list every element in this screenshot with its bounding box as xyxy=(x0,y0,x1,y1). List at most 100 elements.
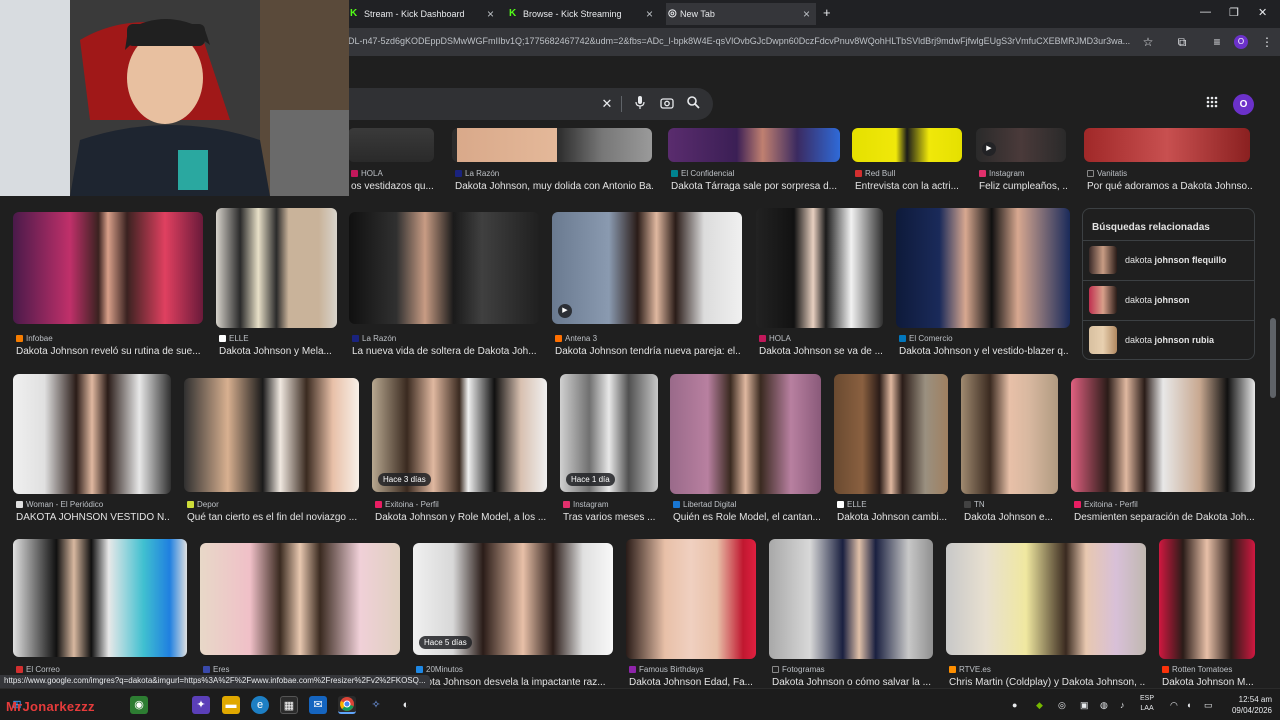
image-result[interactable]: La Razón Dakota Johnson, muy dolida con … xyxy=(452,128,653,192)
thumbnail: ▶ xyxy=(552,212,742,324)
thumbnail xyxy=(349,212,539,324)
profile-avatar-mini[interactable]: O xyxy=(1234,35,1248,49)
media-controls-icon[interactable]: ≡ xyxy=(1210,35,1224,49)
copilot-icon[interactable]: ✦ xyxy=(192,696,210,714)
file-explorer-icon[interactable]: ▬ xyxy=(222,696,240,714)
close-window-icon[interactable]: ✕ xyxy=(1258,6,1267,19)
volume-icon[interactable]: ◖ xyxy=(1186,700,1191,710)
bookmark-star-icon[interactable]: ☆ xyxy=(1141,35,1155,49)
keyboard-language[interactable]: ESP LAA xyxy=(1140,694,1154,714)
image-result[interactable]: Woman - El Periódico DAKOTA JOHNSON VEST… xyxy=(13,374,171,526)
image-result[interactable]: El Confidencial Dakota Tárraga sale por … xyxy=(668,128,840,192)
result-title: Qué tan cierto es el fin del noviazgo ..… xyxy=(187,512,358,523)
related-searches-panel: Búsquedas relacionadas dakota johnson fl… xyxy=(1082,208,1255,360)
result-title: Dakota Johnson y Role Model, a los ... xyxy=(375,512,546,523)
related-thumbnail xyxy=(1089,326,1117,354)
related-search-item[interactable]: dakota johnson xyxy=(1083,280,1254,320)
chrome-taskbar-icon[interactable] xyxy=(338,696,356,714)
url-text[interactable]: DL-n47-5zd6gKODEppDSMwWGFmIIbv1Q;1775682… xyxy=(348,36,1138,46)
time-badge: Hace 3 días xyxy=(378,473,431,486)
image-result[interactable]: Famous Birthdays Dakota Johnson Edad, Fa… xyxy=(626,539,756,688)
microphone-icon[interactable] xyxy=(632,96,648,112)
extensions-icon[interactable]: ⧉ xyxy=(1175,35,1189,49)
image-result[interactable]: HOLA os vestidazos qu... xyxy=(348,128,434,192)
close-tab-icon[interactable]: × xyxy=(487,8,494,20)
thumbnail xyxy=(756,208,883,328)
tray-steam-icon[interactable]: ◍ xyxy=(1100,700,1108,711)
page-scrollbar[interactable] xyxy=(1270,318,1276,398)
image-result[interactable]: Vanitatis Por qué adoramos a Dakota John… xyxy=(1084,128,1254,192)
search-box[interactable]: ✕ xyxy=(348,88,713,120)
outlook-icon[interactable]: ✉ xyxy=(309,696,327,714)
image-result[interactable]: Fotogramas Dakota Johnson o cómo salvar … xyxy=(769,539,933,688)
maximize-icon[interactable]: ❐ xyxy=(1229,6,1239,19)
store-icon[interactable]: ▦ xyxy=(280,696,298,714)
result-title: Dakota Johnson tendría nueva pareja: el.… xyxy=(555,346,741,357)
result-title: DAKOTA JOHNSON VESTIDO N... xyxy=(16,512,170,523)
lens-camera-icon[interactable] xyxy=(659,96,675,112)
image-result[interactable]: ▶ Instagram Feliz cumpleaños, ... xyxy=(976,128,1067,192)
tab-stream-dashboard[interactable]: K Stream - Kick Dashboard × xyxy=(350,3,500,25)
result-source: RTVE.es xyxy=(949,665,991,674)
google-apps-icon[interactable] xyxy=(1206,96,1218,111)
image-result[interactable]: Rotten Tomatoes Dakota Johnson M... xyxy=(1159,539,1255,688)
xbox-icon[interactable]: ◉ xyxy=(130,696,148,714)
github-icon[interactable]: ◐ xyxy=(397,696,415,714)
system-clock[interactable]: 12:54 am 09/04/2026 xyxy=(1228,694,1272,716)
minimize-icon[interactable]: — xyxy=(1200,6,1211,18)
image-result[interactable]: ▶ Antena 3 Dakota Johnson tendría nueva … xyxy=(552,212,742,360)
thumbnail: Hace 1 día xyxy=(560,374,658,492)
source-favicon xyxy=(187,501,194,508)
result-title: Dakota Johnson se va de ... xyxy=(759,346,882,357)
image-result[interactable]: El Comercio Dakota Johnson y el vestido-… xyxy=(896,208,1070,360)
tab-new-tab[interactable]: ◎ New Tab × xyxy=(666,3,816,25)
image-result[interactable]: HOLA Dakota Johnson se va de ... xyxy=(756,208,883,360)
result-title: La nueva vida de soltera de Dakota Joh..… xyxy=(352,346,537,357)
source-favicon xyxy=(673,501,680,508)
result-source: Red Bull xyxy=(855,169,895,178)
tray-nvidia-icon[interactable]: ◆ xyxy=(1036,700,1043,711)
result-title: Dakota Johnson y el vestido-blazer q... xyxy=(899,346,1069,357)
microphone-tray-icon[interactable]: ♪ xyxy=(1120,700,1125,710)
image-result[interactable]: Libertad Digital Quién es Role Model, el… xyxy=(670,374,821,526)
menu-dots-icon[interactable]: ⋮ xyxy=(1260,35,1274,49)
image-result[interactable]: ELLE Dakota Johnson y Mela... xyxy=(216,208,337,360)
tray-discord-icon[interactable]: ● xyxy=(1012,700,1017,710)
edge-icon[interactable]: e xyxy=(251,696,269,714)
tray-obs-icon[interactable]: ◎ xyxy=(1058,700,1066,711)
account-avatar[interactable]: O xyxy=(1233,94,1254,115)
gemini-icon[interactable]: ✧ xyxy=(367,696,385,714)
image-result[interactable]: Hace 3 días Exitoina - Perfil Dakota Joh… xyxy=(372,378,547,526)
image-result[interactable]: Exitoina - Perfil Desmienten separación … xyxy=(1071,378,1255,526)
image-result[interactable]: La Razón La nueva vida de soltera de Dak… xyxy=(349,212,539,360)
close-tab-icon[interactable]: × xyxy=(803,8,810,20)
image-result[interactable]: ELLE Dakota Johnson cambi... xyxy=(834,374,948,526)
image-result[interactable]: Hace 5 días 20Minutos akota Johnson desv… xyxy=(413,543,613,688)
close-tab-icon[interactable]: × xyxy=(646,8,653,20)
thumbnail xyxy=(626,539,756,659)
wifi-icon[interactable]: ◠ xyxy=(1170,700,1178,711)
source-favicon xyxy=(855,170,862,177)
tab-browse-kick[interactable]: K Browse - Kick Streaming × xyxy=(509,3,659,25)
image-result[interactable]: El Correo xyxy=(13,539,187,688)
image-result[interactable]: Hace 1 día Instagram Tras varios meses .… xyxy=(560,374,658,526)
related-search-item[interactable]: dakota johnson flequillo xyxy=(1083,240,1254,280)
battery-icon[interactable]: ▭ xyxy=(1204,700,1213,711)
result-source: Exitoina - Perfil xyxy=(1074,500,1138,509)
source-favicon xyxy=(455,170,462,177)
search-icon[interactable] xyxy=(685,96,701,112)
result-title: Dakota Tárraga sale por sorpresa d... xyxy=(671,181,838,192)
tray-app-icon[interactable]: ▣ xyxy=(1080,700,1089,711)
clear-search-icon[interactable]: ✕ xyxy=(599,96,615,112)
image-result[interactable]: Infobae Dakota Johnson reveló su rutina … xyxy=(13,212,203,360)
result-source: Instagram xyxy=(563,500,609,509)
image-result[interactable]: RTVE.es Chris Martin (Coldplay) y Dakota… xyxy=(946,543,1146,688)
image-result[interactable]: Red Bull Entrevista con la actri... xyxy=(852,128,962,192)
new-tab-button[interactable]: + xyxy=(823,5,831,20)
image-result[interactable]: Depor Qué tan cierto es el fin del novia… xyxy=(184,378,359,526)
play-icon: ▶ xyxy=(558,304,572,318)
related-search-item[interactable]: dakota johnson rubia xyxy=(1083,320,1254,360)
image-result[interactable]: TN Dakota Johnson e... xyxy=(961,374,1058,526)
result-title: os vestidazos qu... xyxy=(351,181,434,192)
image-result[interactable]: Eres xyxy=(200,543,400,688)
